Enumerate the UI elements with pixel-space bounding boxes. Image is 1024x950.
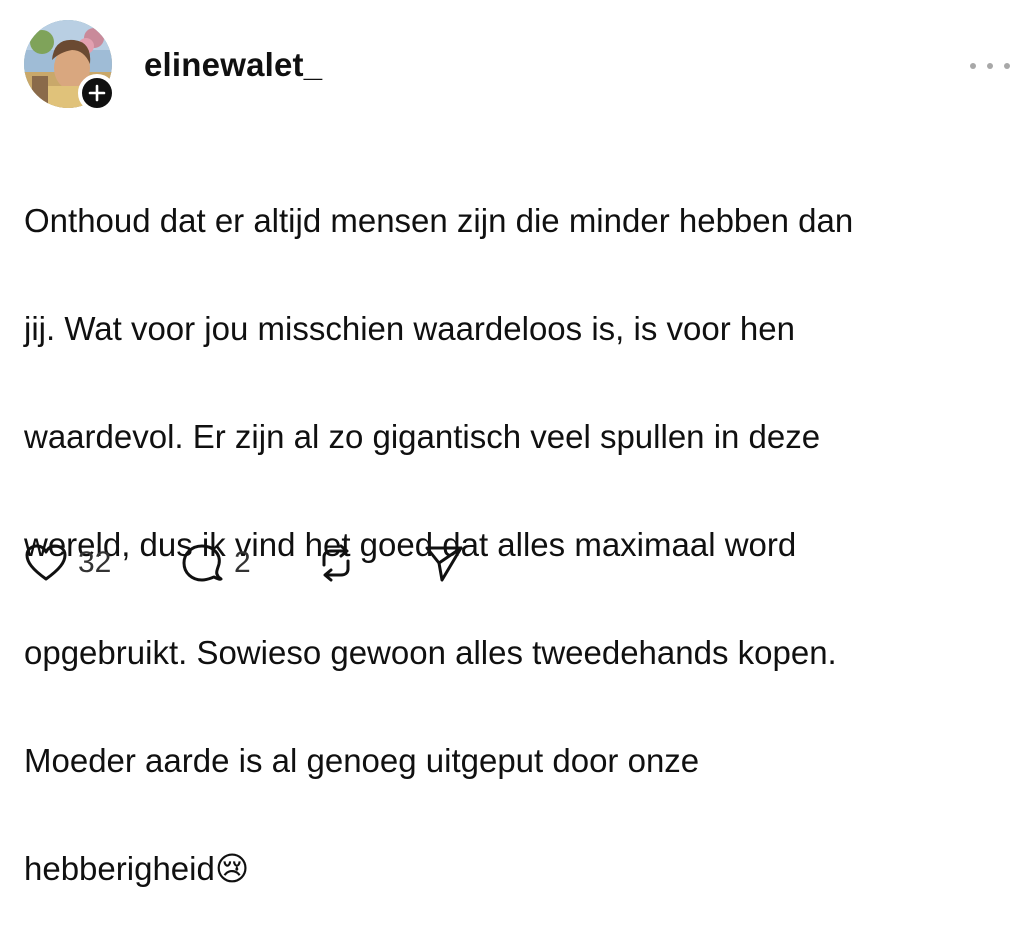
- action-bar: 32 2: [24, 538, 624, 588]
- follow-button[interactable]: [78, 74, 116, 112]
- send-icon: [425, 546, 463, 582]
- more-dots-icon: [970, 63, 976, 69]
- heart-icon: [25, 544, 67, 581]
- post-text-line: jij. Wat voor jou misschien waardeloos i…: [24, 310, 795, 347]
- reply-bubble-icon: [182, 544, 223, 582]
- post-text-last-line: hebberigheid😢: [24, 842, 1004, 896]
- thread-post: elinewalet_ Onthoud dat er altijd mensen…: [0, 0, 1024, 887]
- post-text-line: waardevol. Er zijn al zo gigantisch veel…: [24, 418, 821, 455]
- more-options-button[interactable]: [970, 56, 1010, 76]
- post-text-line: Onthoud dat er altijd mensen zijn die mi…: [24, 202, 854, 239]
- like-count: 32: [78, 546, 112, 579]
- repost-icon: [322, 544, 350, 582]
- more-dot: [987, 63, 993, 69]
- more-dot: [1004, 63, 1010, 69]
- plus-icon: [88, 84, 106, 102]
- avatar-container: [24, 20, 116, 112]
- post-text-line: opgebruikt. Sowieso gewoon alles tweedeh…: [24, 634, 837, 671]
- post-text-line: hebberigheid: [24, 850, 215, 887]
- post-text-line: Moeder aarde is al genoeg uitgeput door …: [24, 742, 700, 779]
- repost-button[interactable]: [316, 538, 356, 588]
- reply-count: 2: [234, 546, 251, 579]
- crying-face-emoji: 😢: [214, 850, 250, 887]
- like-button[interactable]: 32: [24, 538, 111, 588]
- username[interactable]: elinewalet_: [144, 46, 322, 84]
- share-button[interactable]: [424, 538, 464, 588]
- reply-button[interactable]: 2: [180, 538, 251, 588]
